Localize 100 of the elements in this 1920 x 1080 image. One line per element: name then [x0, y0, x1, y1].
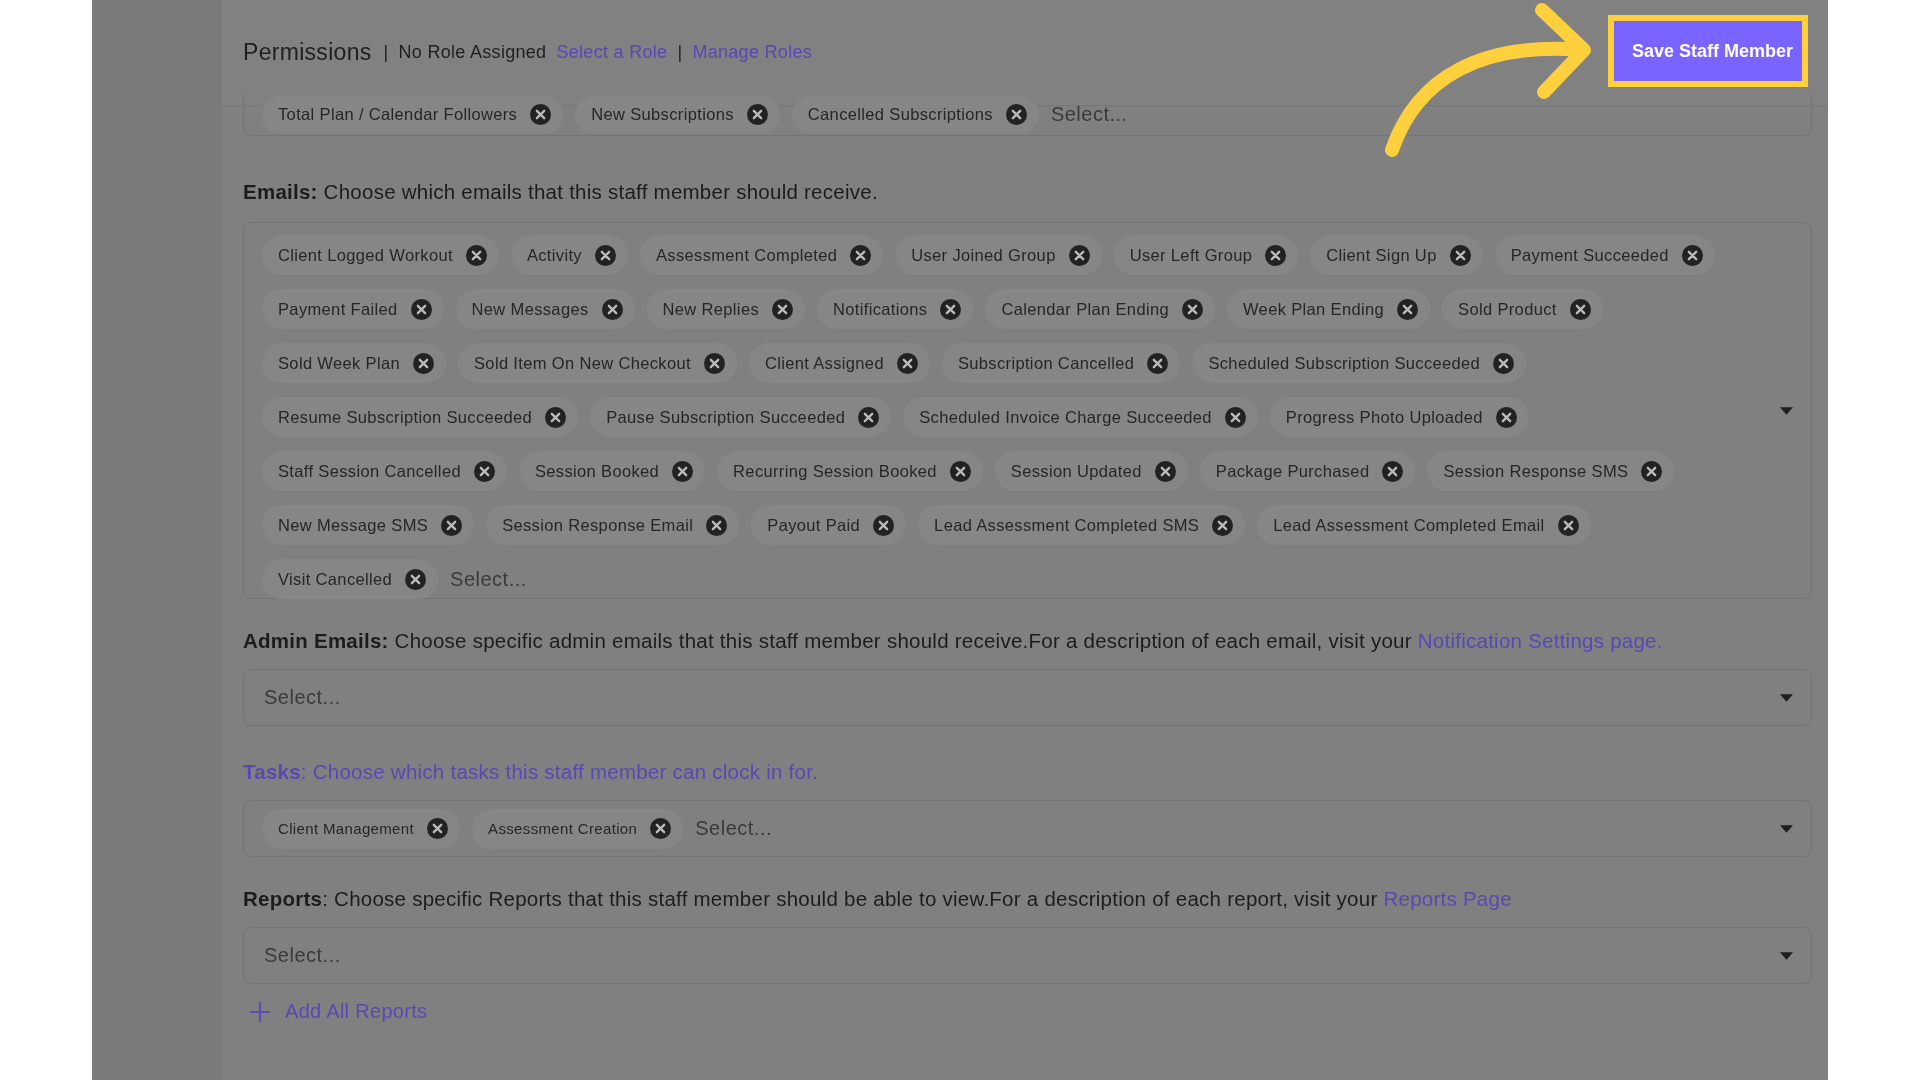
tag-chip: Client Sign Up	[1310, 235, 1483, 275]
tag-chip: Client Assigned	[748, 343, 930, 383]
remove-icon[interactable]	[1449, 244, 1471, 266]
plus-icon	[249, 1000, 271, 1023]
tag-chip: Session Response Email	[486, 505, 740, 545]
remove-icon[interactable]	[1147, 352, 1169, 374]
tag-chip: Cancelled Subscriptions	[791, 95, 1039, 134]
tasks-select[interactable]: Client Management Assessment Creation Select...	[243, 800, 1812, 857]
tag-chip: Week Plan Ending	[1227, 289, 1431, 329]
remove-icon[interactable]	[772, 298, 794, 320]
remove-icon[interactable]	[594, 244, 616, 266]
remove-icon[interactable]	[1397, 298, 1419, 320]
select-role-link[interactable]: Select a Role	[556, 42, 668, 63]
save-staff-member-button[interactable]: Save Staff Member	[1614, 21, 1802, 81]
remove-icon[interactable]	[1224, 406, 1246, 428]
tag-chip: Payment Failed	[262, 289, 444, 329]
dropdown-caret-icon[interactable]	[1780, 406, 1793, 415]
tag-chip: Client Management	[262, 808, 461, 849]
tag-chip: Lead Assessment Completed SMS	[918, 505, 1246, 545]
tag-chip: New Messages	[455, 289, 635, 329]
tag-chip: New Message SMS	[262, 505, 475, 545]
tag-chip: Recurring Session Booked	[717, 451, 983, 491]
remove-icon[interactable]	[441, 514, 463, 536]
remove-icon[interactable]	[545, 406, 567, 428]
remove-icon[interactable]	[427, 818, 449, 839]
tag-chip: Resume Subscription Succeeded	[262, 397, 579, 437]
admin-emails-select[interactable]: Select...	[243, 669, 1812, 726]
tag-chip: Lead Assessment Completed Email	[1257, 505, 1591, 545]
remove-icon[interactable]	[1182, 298, 1203, 320]
remove-icon[interactable]	[601, 298, 623, 320]
remove-icon[interactable]	[1005, 104, 1027, 125]
remove-icon[interactable]	[746, 104, 768, 125]
tag-chip: Session Booked	[518, 451, 706, 491]
remove-icon[interactable]	[706, 514, 728, 536]
tag-chip: New Subscriptions	[575, 95, 780, 134]
tag-chip: Total Plan / Calendar Followers	[262, 95, 564, 134]
remove-icon[interactable]	[896, 352, 918, 374]
tag-chip: Calendar Plan Ending	[985, 289, 1215, 329]
remove-icon[interactable]	[1641, 460, 1663, 482]
remove-icon[interactable]	[940, 298, 962, 320]
remove-icon[interactable]	[413, 352, 434, 374]
remove-icon[interactable]	[672, 460, 694, 482]
remove-icon[interactable]	[1154, 460, 1176, 482]
select-placeholder: Select...	[264, 686, 341, 709]
tag-chip: Payout Paid	[751, 505, 907, 545]
remove-icon[interactable]	[1212, 514, 1234, 536]
emails-select[interactable]	[243, 222, 1812, 599]
select-placeholder: Select...	[695, 817, 772, 840]
tag-chip: Notifications	[817, 289, 974, 329]
tag-chip: Session Response SMS	[1427, 451, 1675, 491]
remove-icon[interactable]	[1493, 352, 1515, 374]
tag-chip: Client Logged Workout	[262, 235, 499, 275]
tag-chip: Staff Session Cancelled	[262, 451, 507, 491]
tag-chip: User Joined Group	[895, 235, 1102, 275]
remove-icon[interactable]	[949, 460, 971, 482]
remove-icon[interactable]	[850, 244, 872, 266]
tag-chip: Sold Item On New Checkout	[458, 343, 737, 383]
emails-description: Emails: Choose which emails that this staff member should receive.	[243, 180, 879, 204]
remove-icon[interactable]	[1569, 298, 1591, 320]
tag-chip: Subscription Cancelled	[941, 343, 1181, 383]
separator: |	[383, 42, 389, 63]
tag-chip: Pause Subscription Succeeded	[590, 397, 892, 437]
tag-chip: Assessment Completed	[639, 235, 884, 275]
select-placeholder: Select...	[1050, 103, 1128, 126]
tag-chip: Package Purchased	[1199, 451, 1416, 491]
dropdown-caret-icon[interactable]	[1780, 693, 1793, 702]
tag-chip: Activity	[510, 235, 628, 275]
tag-chip: Payment Succeeded	[1494, 235, 1715, 275]
remove-icon[interactable]	[1681, 244, 1703, 266]
remove-icon[interactable]	[858, 406, 880, 428]
dropdown-caret-icon[interactable]	[1780, 824, 1793, 833]
remove-icon[interactable]	[410, 298, 432, 320]
tag-chip: Scheduled Invoice Charge Succeeded	[903, 397, 1258, 437]
tag-chip: Scheduled Subscription Succeeded	[1192, 343, 1527, 383]
remove-icon[interactable]	[473, 460, 495, 482]
section-title: Permissions	[243, 39, 372, 66]
tag-chip: Sold Week Plan	[262, 343, 446, 383]
remove-icon[interactable]	[405, 568, 427, 590]
remove-icon[interactable]	[1382, 460, 1404, 482]
tag-chip: Visit Cancelled	[262, 559, 439, 599]
remove-icon[interactable]	[1068, 244, 1090, 266]
reports-select[interactable]: Select...	[243, 927, 1812, 984]
select-placeholder: Select...	[264, 944, 341, 967]
remove-icon[interactable]	[1557, 514, 1579, 536]
dropdown-caret-icon[interactable]	[1780, 951, 1793, 960]
tag-chip: Progress Photo Uploaded	[1269, 397, 1529, 437]
tag-chip: Sold Product	[1442, 289, 1603, 329]
remove-icon[interactable]	[873, 514, 895, 536]
remove-icon[interactable]	[530, 104, 552, 125]
reports-filter-select[interactable]: Total Plan / Calendar Followers New Subscriptions Cancelled Subscriptions Select...	[243, 94, 1812, 136]
remove-icon[interactable]	[650, 818, 672, 839]
separator: |	[677, 42, 683, 63]
remove-icon[interactable]	[1495, 406, 1517, 428]
remove-icon[interactable]	[703, 352, 725, 374]
tag-chip: User Left Group	[1113, 235, 1299, 275]
manage-roles-link[interactable]: Manage Roles	[692, 42, 813, 63]
tag-chip: New Replies	[646, 289, 806, 329]
role-status: No Role Assigned	[398, 42, 547, 63]
remove-icon[interactable]	[1265, 244, 1287, 266]
remove-icon[interactable]	[465, 244, 487, 266]
